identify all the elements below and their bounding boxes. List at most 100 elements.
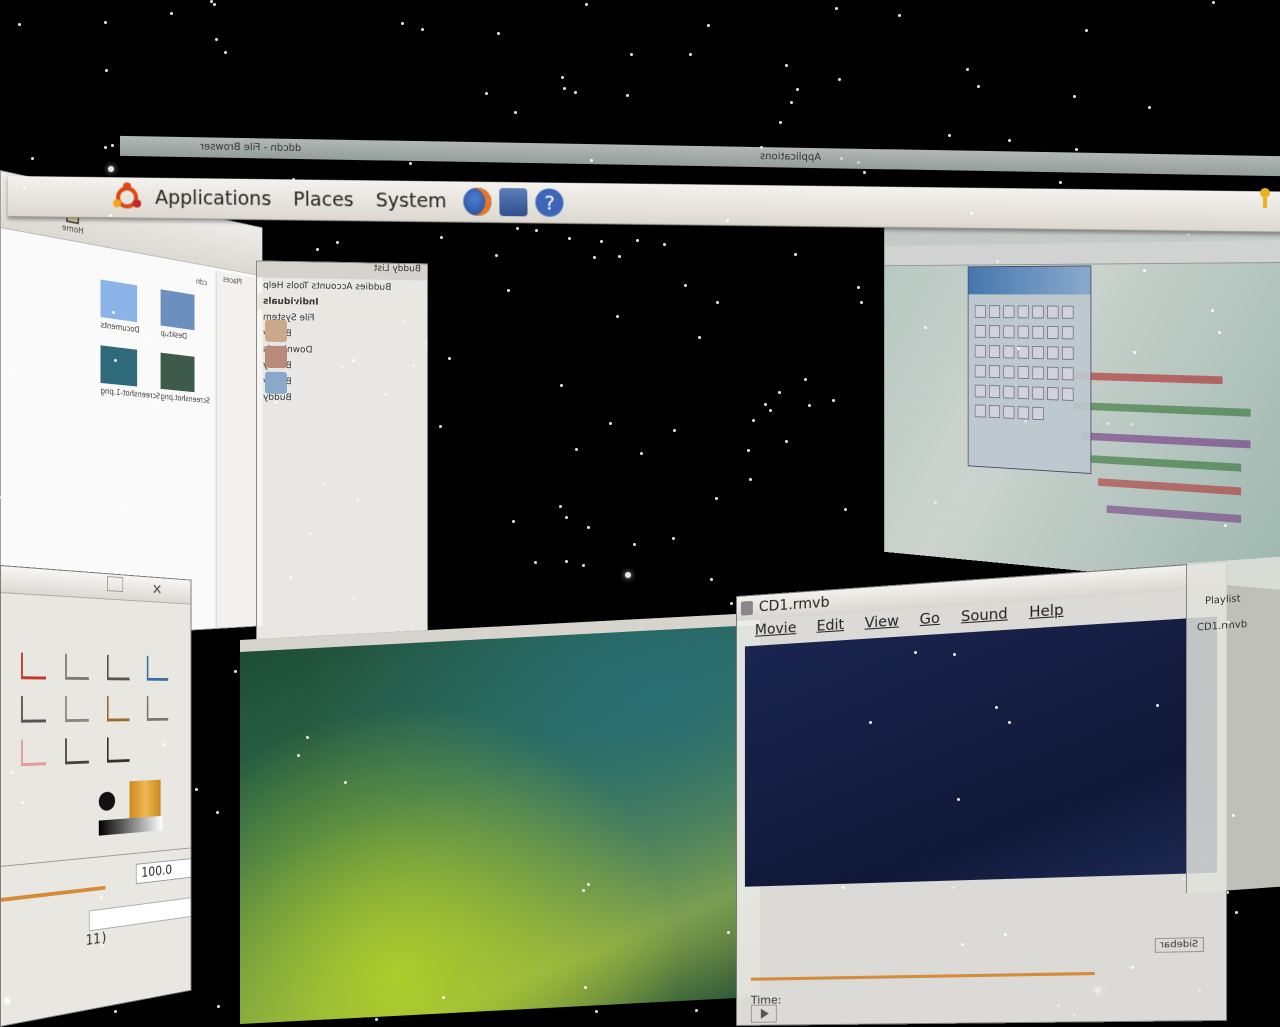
play-button[interactable] [750, 1004, 777, 1023]
tool-button-icon[interactable] [21, 696, 47, 723]
keyboard-key[interactable] [1003, 325, 1015, 339]
star-particle [563, 87, 566, 90]
player-menu-go[interactable]: Go [920, 610, 940, 628]
keyboard-key[interactable] [974, 404, 986, 418]
help-icon[interactable]: ? [535, 188, 565, 217]
keyboard-key[interactable] [1003, 405, 1015, 419]
star-particle [587, 883, 590, 886]
close-icon[interactable]: ✕ [152, 580, 162, 598]
web-browser-window[interactable] [883, 214, 1280, 590]
star-particle [715, 497, 718, 500]
file-icon[interactable] [160, 352, 195, 393]
star-particle [565, 560, 568, 563]
keyboard-key[interactable] [1047, 305, 1059, 319]
firefox-icon[interactable] [463, 187, 492, 216]
tool-button-icon[interactable] [65, 696, 89, 723]
star-particle [154, 453, 157, 456]
file-icon[interactable] [100, 345, 138, 387]
playlist-label: Playlist [1205, 593, 1241, 607]
keyboard-key[interactable] [988, 365, 1001, 379]
player-menu-movie[interactable]: Movie [755, 620, 796, 639]
keyboard-key[interactable] [974, 364, 986, 378]
file-icon[interactable] [160, 289, 195, 331]
keyboard-key[interactable] [1047, 366, 1059, 380]
buddy-list-window[interactable]: Buddy List Buddies Accounts Tools Help I… [256, 260, 428, 644]
tool-button-icon[interactable] [107, 736, 130, 763]
tool-button-icon[interactable] [107, 696, 130, 722]
star-particle [497, 32, 500, 35]
pattern-swatch[interactable] [129, 779, 161, 819]
brush-field[interactable] [88, 895, 192, 932]
player-menu-edit[interactable]: Edit [817, 617, 845, 635]
notification-icon[interactable] [1256, 186, 1274, 210]
menu-applications[interactable]: Applications [146, 187, 280, 211]
player-menu-view[interactable]: View [865, 613, 899, 632]
keyboard-key[interactable] [974, 384, 986, 398]
keyboard-key[interactable] [1017, 365, 1030, 380]
keyboard-key[interactable] [988, 345, 1001, 359]
keyboard-key[interactable] [974, 344, 986, 358]
gradient-swatch[interactable] [98, 815, 163, 836]
player-menu-help[interactable]: Help [1029, 602, 1063, 621]
keyboard-key[interactable] [988, 404, 1001, 419]
keyboard-key[interactable] [988, 385, 1001, 399]
login-dialog[interactable] [967, 265, 1092, 475]
opacity-slider[interactable] [0, 885, 106, 902]
keyboard-key[interactable] [1017, 305, 1030, 319]
keyboard-key[interactable] [1061, 326, 1074, 340]
tool-button-icon[interactable] [21, 652, 47, 680]
mail-icon[interactable] [499, 188, 528, 217]
star-particle [640, 452, 643, 455]
seek-bar[interactable] [750, 971, 1095, 981]
star-particle [1075, 148, 1078, 151]
maximize-icon[interactable] [107, 576, 124, 593]
location-field[interactable]: cdn [196, 277, 207, 288]
keyboard-key[interactable] [988, 305, 1001, 319]
keyboard-key[interactable] [1017, 325, 1030, 339]
keyboard-key[interactable] [974, 305, 986, 318]
movie-player-window[interactable]: CD1.rmvb Movie Edit View Go Sound Help Sideba… [736, 561, 1228, 1026]
keyboard-key[interactable] [1017, 386, 1030, 400]
keyboard-key[interactable] [1032, 305, 1044, 319]
keyboard-key[interactable] [1061, 346, 1074, 360]
menu-places[interactable]: Places [284, 188, 363, 211]
keyboard-key[interactable] [1061, 305, 1074, 319]
tool-button-icon[interactable] [65, 653, 89, 680]
keyboard-key[interactable] [1061, 367, 1074, 381]
file-icon[interactable] [100, 279, 138, 323]
tool-button-icon[interactable] [21, 738, 47, 767]
keyboard-key[interactable] [1032, 386, 1044, 400]
sidebar-button[interactable]: Sidebar [1153, 937, 1204, 953]
tool-button-icon[interactable] [146, 655, 169, 681]
menu-system[interactable]: System [367, 189, 456, 212]
keyboard-key[interactable] [1032, 406, 1044, 421]
keyboard-key[interactable] [1047, 325, 1059, 340]
keyboard-key[interactable] [974, 324, 986, 338]
player-menu-sound[interactable]: Sound [961, 606, 1008, 626]
ubuntu-logo-icon[interactable] [112, 182, 142, 212]
keyboard-key[interactable] [1032, 346, 1044, 360]
keyboard-key[interactable] [1003, 365, 1015, 379]
playlist-panel[interactable]: Playlist CD1.rmvb [1186, 556, 1280, 894]
tool-button-icon[interactable] [65, 737, 89, 765]
tool-button-icon[interactable] [107, 654, 130, 681]
keyboard-key[interactable] [1017, 406, 1030, 420]
playlist-item[interactable]: CD1.rmvb [1197, 619, 1247, 634]
keyboard-key[interactable] [1061, 387, 1074, 402]
keyboard-key[interactable] [1032, 325, 1044, 339]
keyboard-key[interactable] [1047, 387, 1059, 401]
zoom-spin-field[interactable]: 100.0 [135, 857, 192, 885]
foreground-color-swatch[interactable] [98, 791, 116, 812]
keyboard-key[interactable] [1003, 305, 1015, 319]
gimp-toolbox-window[interactable]: ✕ 100.0 11) [0, 565, 192, 1027]
tool-button-icon[interactable] [146, 696, 169, 721]
keyboard-key[interactable] [1032, 366, 1044, 380]
keyboard-key[interactable] [1003, 345, 1015, 359]
star-particle [769, 409, 772, 412]
video-area[interactable] [744, 616, 1218, 887]
keyboard-key[interactable] [1003, 385, 1015, 399]
star-particle [575, 448, 578, 451]
on-screen-keyboard[interactable] [969, 294, 1091, 437]
keyboard-key[interactable] [1047, 346, 1059, 360]
keyboard-key[interactable] [988, 325, 1001, 339]
